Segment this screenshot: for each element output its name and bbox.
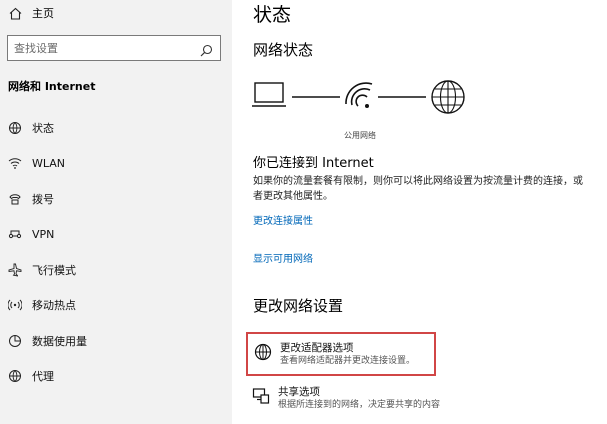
hotspot-icon (8, 298, 22, 312)
change-properties-link[interactable]: 更改连接属性 (253, 212, 313, 227)
adapter-globe-icon (254, 343, 272, 361)
section-title: 网络和 Internet (8, 80, 96, 93)
vpn-icon (8, 227, 22, 241)
airplane-icon (8, 263, 22, 277)
globe-icon (8, 369, 22, 383)
page-title: 状态 (253, 4, 292, 26)
option-name: 更改适配器选项 (280, 342, 354, 354)
network-status-heading: 网络状态 (253, 41, 314, 59)
sidebar-item-label: 移动热点 (32, 299, 76, 313)
sidebar-item-label: 状态 (32, 121, 54, 135)
sidebar-item-label: WLAN (32, 156, 66, 170)
laptop-icon (252, 82, 286, 107)
sidebar-item-label: 飞行模式 (32, 263, 76, 277)
home-link[interactable]: 主页 (8, 3, 54, 23)
data-usage-icon (8, 334, 22, 348)
network-diagram (252, 80, 465, 114)
sidebar-item-airplane[interactable]: 飞行模式 (0, 252, 232, 288)
sharing-computer-icon (252, 387, 270, 405)
sidebar-item-vpn[interactable]: VPN (0, 217, 232, 253)
home-label: 主页 (32, 7, 54, 20)
sidebar-item-proxy[interactable]: 代理 (0, 359, 232, 395)
dialup-icon (8, 192, 22, 206)
search-icon[interactable] (200, 42, 213, 57)
option-name: 共享选项 (278, 386, 320, 398)
sharing-options-item[interactable]: 共享选项 根据所连接到的网络，决定要共享的内容 (246, 378, 440, 424)
sidebar-item-label: 拨号 (32, 192, 54, 206)
sidebar-item-hotspot[interactable]: 移动热点 (0, 288, 232, 324)
home-icon (8, 6, 22, 20)
connection-description: 如果你的流量套餐有限制，则你可以将此网络设置为按流量计费的连接，或者更改其他属性… (253, 176, 583, 202)
search-input[interactable] (14, 41, 194, 55)
connected-heading: 你已连接到 Internet (253, 156, 374, 171)
sidebar-item-dialup[interactable]: 拨号 (0, 181, 232, 217)
sidebar-item-data-usage[interactable]: 数据使用量 (0, 323, 232, 359)
adapter-options-item[interactable]: 更改适配器选项 查看网络适配器并更改连接设置。 (246, 332, 436, 376)
sidebar-item-status[interactable]: 状态 (0, 110, 232, 146)
network-type-caption: 公用网络 (344, 131, 376, 140)
home-status-icon (8, 121, 22, 135)
main-content: 状态 网络状态 公用网络 你已连接到 Internet 如果你的流量套餐有限制，… (236, 0, 607, 424)
internet-globe-icon (431, 80, 465, 114)
option-description: 查看网络适配器并更改连接设置。 (280, 356, 416, 366)
sidebar: 主页 网络和 Internet 状态 WLAN 拨号 (0, 0, 232, 424)
wifi-icon (8, 156, 22, 170)
show-networks-link[interactable]: 显示可用网络 (253, 250, 313, 265)
wifi-signal-icon (345, 82, 373, 108)
sidebar-item-label: VPN (32, 227, 55, 241)
sidebar-item-label: 数据使用量 (32, 334, 87, 348)
sidebar-item-label: 代理 (32, 370, 54, 384)
sidebar-item-wlan[interactable]: WLAN (0, 146, 232, 182)
change-settings-heading: 更改网络设置 (253, 297, 344, 315)
option-description: 根据所连接到的网络，决定要共享的内容 (278, 400, 441, 410)
sidebar-nav: 状态 WLAN 拨号 VPN 飞行模式 移动热点 数据使用量 代理 (0, 110, 232, 394)
search-box[interactable] (7, 35, 221, 61)
